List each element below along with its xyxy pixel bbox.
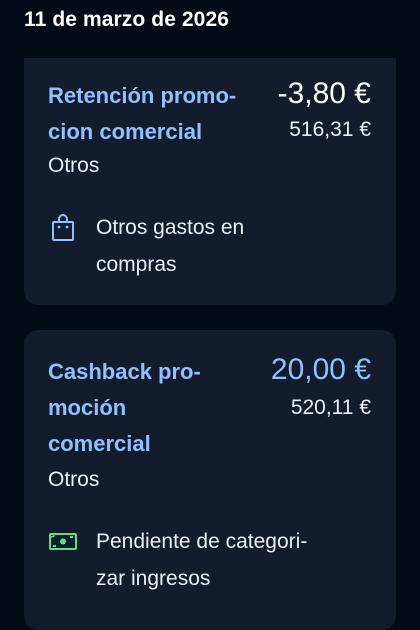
transaction-title-line: moción	[48, 395, 127, 420]
transaction-title-line: Retención promo-	[48, 83, 237, 108]
transaction-title: Cashback pro- moción comercial	[48, 354, 201, 462]
transaction-balance: 520,11 €	[290, 396, 371, 419]
transaction-amount: -3,80 €	[277, 77, 371, 110]
transaction-card[interactable]: Retención promo- cion comercial -3,80 € …	[24, 58, 396, 305]
transaction-subcategory: Otros	[48, 468, 100, 491]
category-label-line: Pendiente de categori-	[96, 530, 308, 553]
category-label-line: zar ingresos	[96, 567, 211, 590]
category-label-line: compras	[96, 253, 177, 276]
transaction-subcategory: Otros	[48, 154, 100, 177]
category-label-line: Otros gastos en	[96, 216, 245, 239]
transaction-title-line: Cashback pro-	[48, 359, 201, 384]
transaction-title-line: comercial	[48, 431, 151, 456]
shopping-bag-icon	[52, 214, 74, 241]
transaction-balance: 516,31 €	[289, 118, 371, 141]
transaction-title: Retención promo- cion comercial	[48, 78, 236, 150]
transaction-card[interactable]: Cashback pro- moción comercial 20,00 € 5…	[24, 330, 396, 630]
category-label: Otros gastos en compras	[96, 209, 356, 283]
transaction-title-line: cion comercial	[48, 119, 203, 144]
banknote-icon	[49, 533, 77, 550]
date-header: 11 de marzo de 2026	[24, 8, 230, 31]
category-label: Pendiente de categori- zar ingresos	[96, 523, 356, 597]
transaction-amount: 20,00 €	[270, 353, 371, 386]
